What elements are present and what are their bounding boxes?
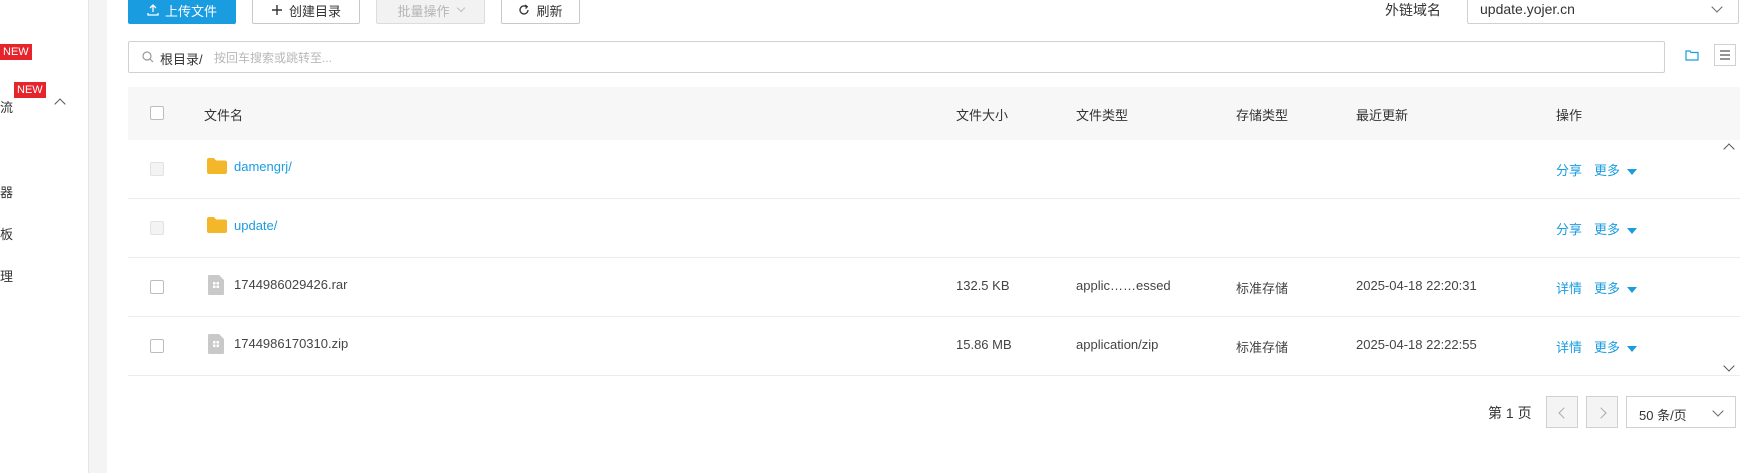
sidebar-item-2[interactable]: 板	[0, 224, 13, 243]
plus-icon	[271, 5, 282, 15]
list-view-button[interactable]	[1714, 44, 1736, 66]
upload-icon	[147, 4, 159, 16]
more-label: 更多	[1594, 222, 1621, 237]
per-page-value: 50 条/页	[1639, 408, 1687, 423]
file-size: 132.5 KB	[956, 278, 1010, 293]
col-actions: 操作	[1556, 108, 1583, 123]
upload-button[interactable]: 上传文件	[128, 0, 236, 24]
per-page-select[interactable]: 50 条/页	[1626, 396, 1736, 428]
updated-time: 2025-04-18 22:22:55	[1356, 337, 1477, 352]
file-type: applic……essed	[1076, 278, 1171, 293]
row-checkbox	[150, 162, 164, 176]
table-row[interactable]: update/ 分享 更多	[128, 199, 1740, 258]
create-dir-label: 创建目录	[288, 3, 341, 19]
table-row[interactable]: damengrj/ 分享 更多	[128, 140, 1740, 199]
new-badge: NEW	[0, 44, 32, 60]
file-icon	[208, 334, 224, 354]
batch-button[interactable]: 批量操作	[376, 0, 485, 24]
domain-label: 外链域名	[1385, 2, 1441, 18]
refresh-label: 刷新	[536, 3, 563, 19]
caret-down-icon	[1627, 168, 1638, 175]
file-type: application/zip	[1076, 337, 1159, 352]
sidebar-item-label: 流	[0, 100, 14, 115]
row-checkbox[interactable]	[150, 339, 164, 353]
file-size: 15.86 MB	[956, 337, 1012, 352]
refresh-button[interactable]: 刷新	[501, 0, 580, 24]
path-root[interactable]: 根目录/	[160, 49, 203, 68]
file-name-link[interactable]: damengrj/	[234, 159, 292, 174]
file-name-link[interactable]: update/	[234, 218, 277, 233]
sidebar-item-label: 理	[0, 269, 14, 284]
col-updated[interactable]: 最近更新	[1356, 105, 1408, 124]
sidebar-item-workflow[interactable]: 流	[0, 97, 13, 116]
sidebar-item-3[interactable]: 理	[0, 266, 13, 285]
domain-value: update.yojer.cn	[1480, 1, 1575, 17]
chevron-up-icon[interactable]	[54, 98, 66, 110]
path-bar[interactable]: 根目录/	[128, 41, 1665, 73]
chevron-down-icon	[1712, 405, 1724, 417]
domain-select[interactable]: update.yojer.cn	[1467, 0, 1739, 24]
folder-icon	[207, 217, 227, 233]
row-checkbox[interactable]	[150, 280, 164, 294]
more-dropdown[interactable]: 更多	[1594, 160, 1638, 179]
folder-icon	[207, 158, 227, 174]
table-header: 文件名 文件大小 文件类型 存储类型 最近更新 操作	[128, 87, 1740, 140]
new-badge: NEW	[14, 82, 46, 98]
details-link[interactable]: 详情	[1556, 337, 1582, 356]
search-icon	[142, 51, 154, 63]
prev-page-button[interactable]	[1546, 396, 1578, 428]
sidebar-item-label: 器	[0, 185, 14, 200]
file-name[interactable]: 1744986170310.zip	[234, 336, 348, 351]
more-dropdown[interactable]: 更多	[1594, 337, 1638, 356]
more-label: 更多	[1594, 281, 1621, 296]
chevron-down-icon	[1711, 1, 1723, 13]
caret-down-icon	[1627, 286, 1638, 293]
more-dropdown[interactable]: 更多	[1594, 278, 1638, 297]
table-row[interactable]: 1744986170310.zip 15.86 MB application/z…	[128, 317, 1740, 376]
list-icon	[1720, 50, 1730, 60]
select-all-checkbox[interactable]	[150, 106, 164, 120]
sidebar-item-1[interactable]: 器	[0, 182, 13, 201]
create-dir-button[interactable]: 创建目录	[252, 0, 360, 24]
page-indicator: 第 1 页	[1488, 405, 1532, 421]
chevron-down-icon	[456, 3, 465, 13]
col-type[interactable]: 文件类型	[1076, 105, 1128, 124]
col-size[interactable]: 文件大小	[956, 105, 1008, 124]
col-name[interactable]: 文件名	[204, 105, 243, 124]
caret-down-icon	[1627, 227, 1638, 234]
updated-time: 2025-04-18 22:20:31	[1356, 278, 1477, 293]
table-row[interactable]: 1744986029426.rar 132.5 KB applic……essed…	[128, 258, 1740, 317]
chevron-right-icon	[1595, 407, 1607, 419]
layout-gap	[89, 0, 107, 473]
row-checkbox	[150, 221, 164, 235]
more-label: 更多	[1594, 163, 1621, 178]
file-icon	[208, 275, 224, 295]
more-label: 更多	[1594, 340, 1621, 355]
col-storage[interactable]: 存储类型	[1236, 105, 1288, 124]
upload-label: 上传文件	[164, 3, 217, 19]
chevron-left-icon	[1558, 407, 1570, 419]
file-name[interactable]: 1744986029426.rar	[234, 277, 348, 292]
storage-type: 标准存储	[1236, 340, 1289, 355]
batch-label: 批量操作	[397, 3, 450, 19]
share-link[interactable]: 分享	[1556, 219, 1582, 238]
folder-icon	[1685, 50, 1699, 61]
sidebar-item-label: 板	[0, 227, 14, 242]
sidebar: NEW 流 NEW 器 板 理	[0, 0, 89, 473]
share-link[interactable]: 分享	[1556, 160, 1582, 179]
folder-view-button[interactable]	[1681, 44, 1703, 66]
path-search-input[interactable]	[212, 47, 1616, 69]
storage-type: 标准存储	[1236, 281, 1289, 296]
details-link[interactable]: 详情	[1556, 278, 1582, 297]
next-page-button[interactable]	[1586, 396, 1618, 428]
caret-down-icon	[1627, 345, 1638, 352]
refresh-icon	[519, 4, 530, 15]
more-dropdown[interactable]: 更多	[1594, 219, 1638, 238]
